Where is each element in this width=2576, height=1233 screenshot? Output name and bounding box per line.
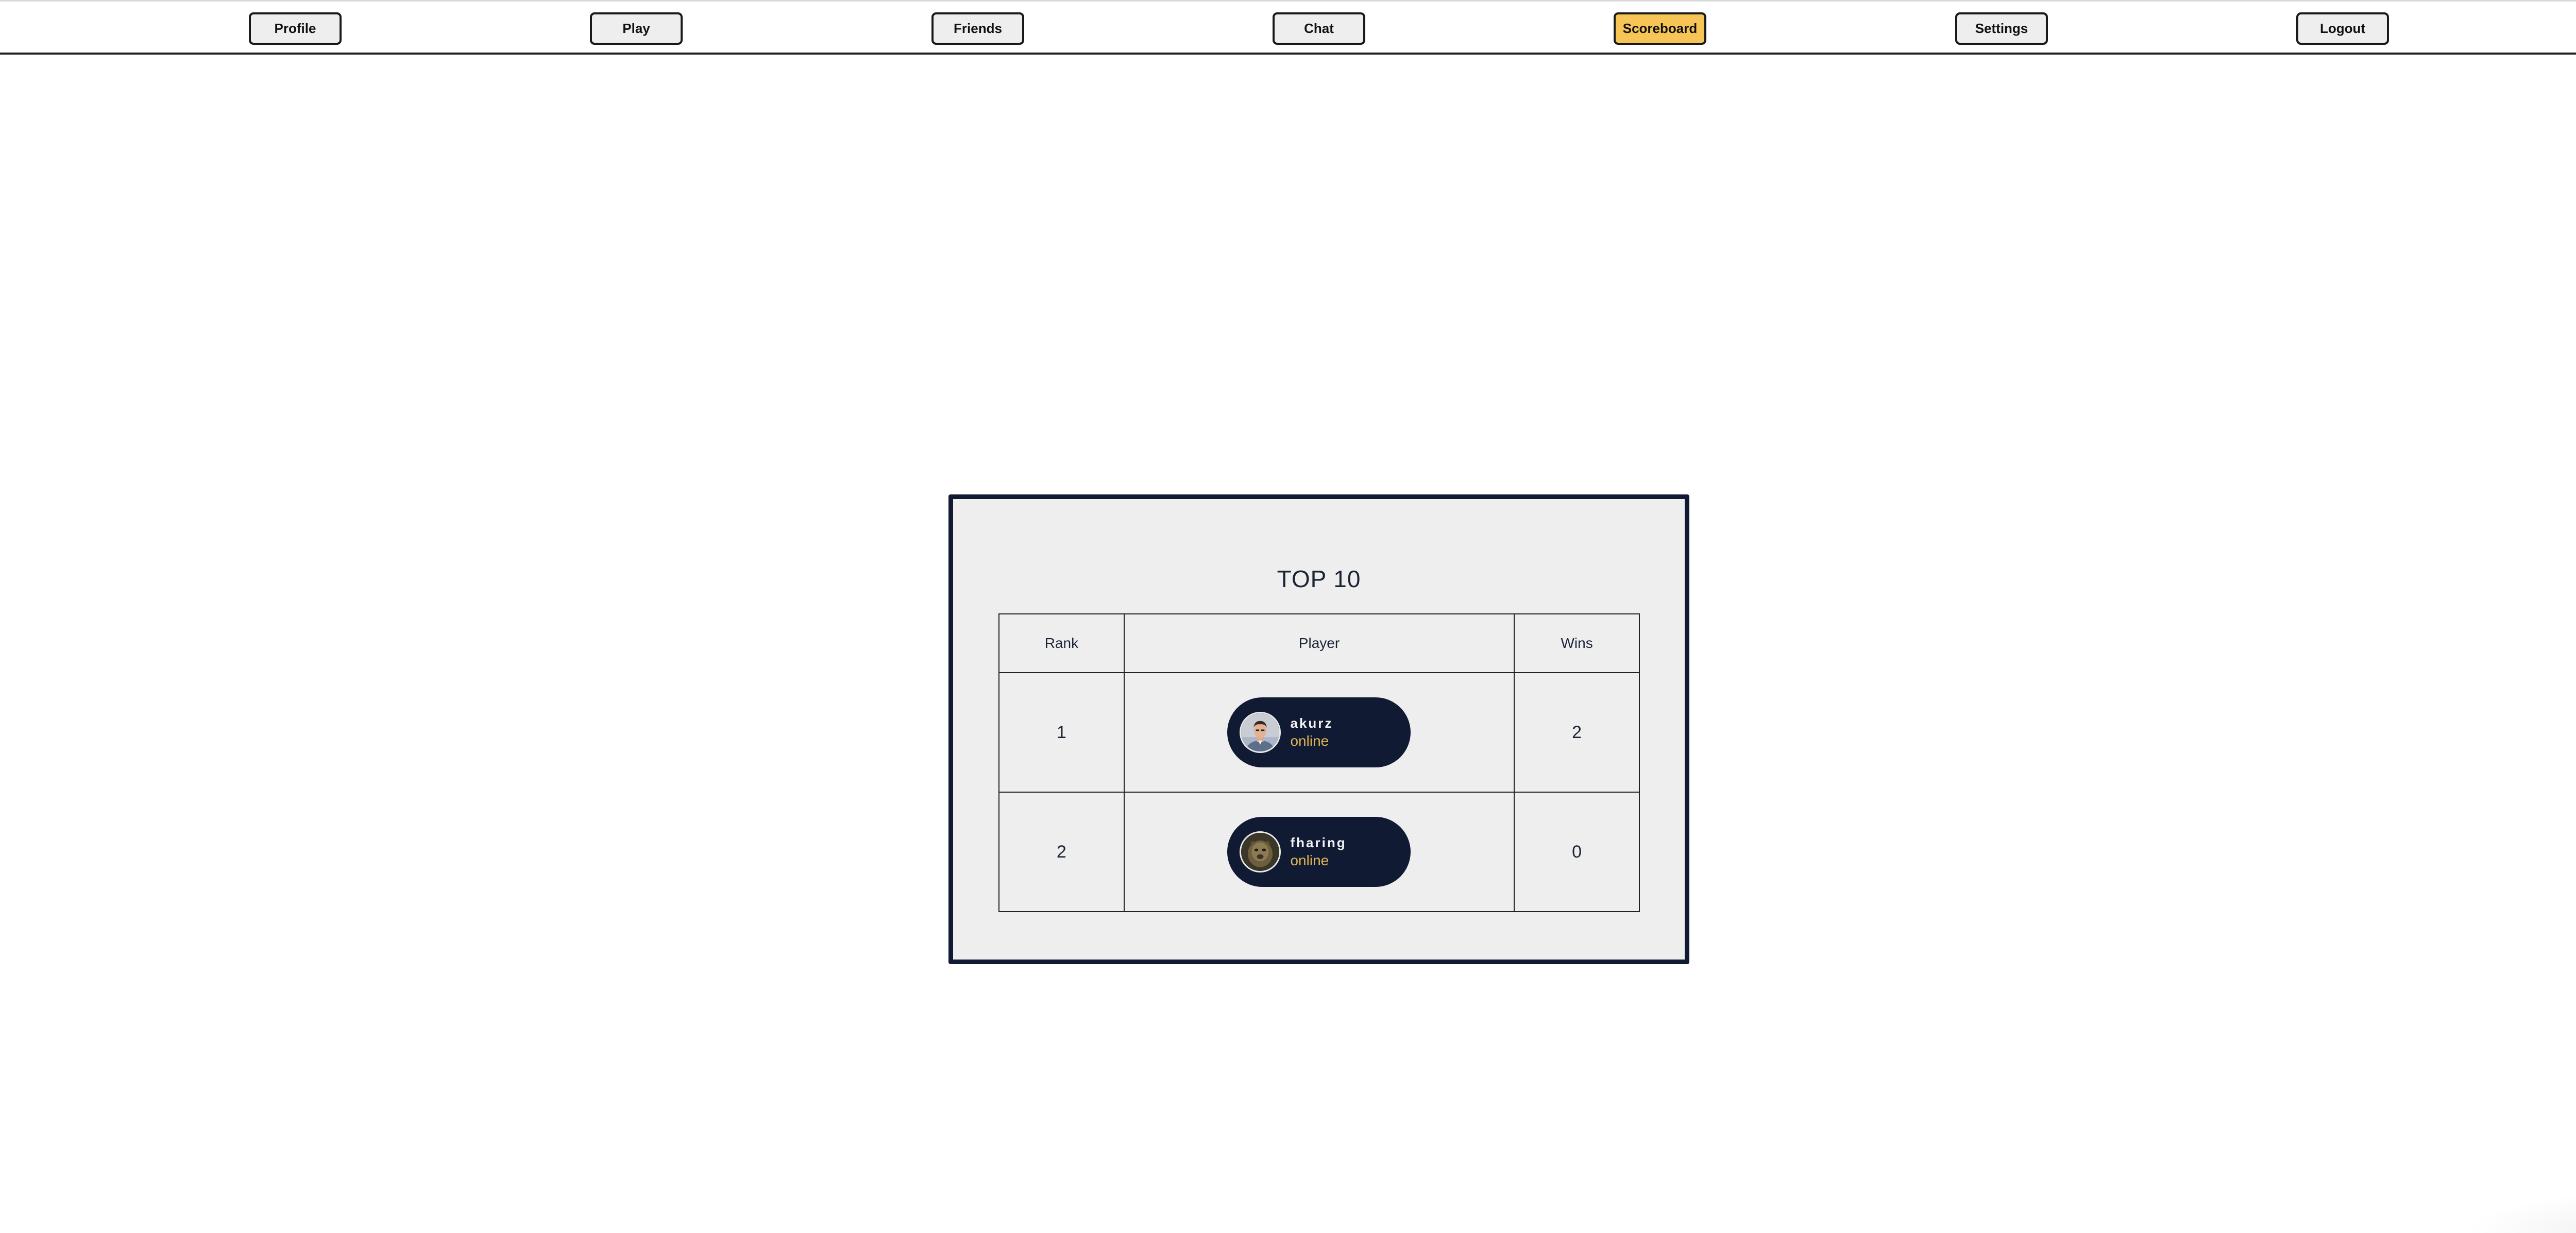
table-row: 1 akurz online 2 (998, 672, 1640, 793)
nav-friends-button[interactable]: Friends (931, 12, 1024, 45)
scoreboard-card: TOP 10 Rank Player Wins 1 akurz online 2… (948, 494, 1689, 964)
corner-shadow (2463, 1192, 2576, 1233)
nav-scoreboard-button[interactable]: Scoreboard (1614, 12, 1706, 45)
scoreboard-table: Rank Player Wins 1 akurz online 2 2 fhar… (998, 613, 1640, 912)
person-photo-avatar (1240, 712, 1281, 753)
nav-chat-button[interactable]: Chat (1273, 12, 1365, 45)
wins-cell: 2 (1514, 672, 1640, 793)
player-card-akurz[interactable]: akurz online (1227, 697, 1411, 767)
player-cell: fharing online (1123, 792, 1515, 912)
person-avatar-image (1241, 713, 1280, 751)
player-cell: akurz online (1123, 672, 1515, 793)
wins-cell: 0 (1514, 792, 1640, 912)
animal-avatar-image (1241, 833, 1280, 871)
player-info: akurz online (1290, 715, 1333, 750)
animal-photo-avatar (1240, 831, 1281, 872)
nav-settings-button[interactable]: Settings (1955, 12, 2048, 45)
player-status: online (1290, 852, 1329, 868)
scoreboard-title: TOP 10 (1277, 566, 1361, 592)
column-header-wins: Wins (1514, 613, 1640, 673)
nav-profile-button[interactable]: Profile (249, 12, 342, 45)
nav-logout-button[interactable]: Logout (2296, 12, 2389, 45)
rank-cell: 1 (998, 672, 1125, 793)
nav-play-button[interactable]: Play (590, 12, 683, 45)
column-header-rank: Rank (998, 613, 1125, 673)
player-status: online (1290, 732, 1329, 749)
player-name: fharing (1290, 835, 1347, 851)
table-row: 2 fharing online 0 (998, 792, 1640, 912)
player-card-fharing[interactable]: fharing online (1227, 817, 1411, 887)
player-info: fharing online (1290, 834, 1346, 869)
table-header-row: Rank Player Wins (998, 613, 1640, 673)
top-navigation: Profile Play Friends Chat Scoreboard Set… (0, 0, 2576, 55)
rank-cell: 2 (998, 792, 1125, 912)
column-header-player: Player (1123, 613, 1515, 673)
player-name: akurz (1290, 715, 1333, 731)
